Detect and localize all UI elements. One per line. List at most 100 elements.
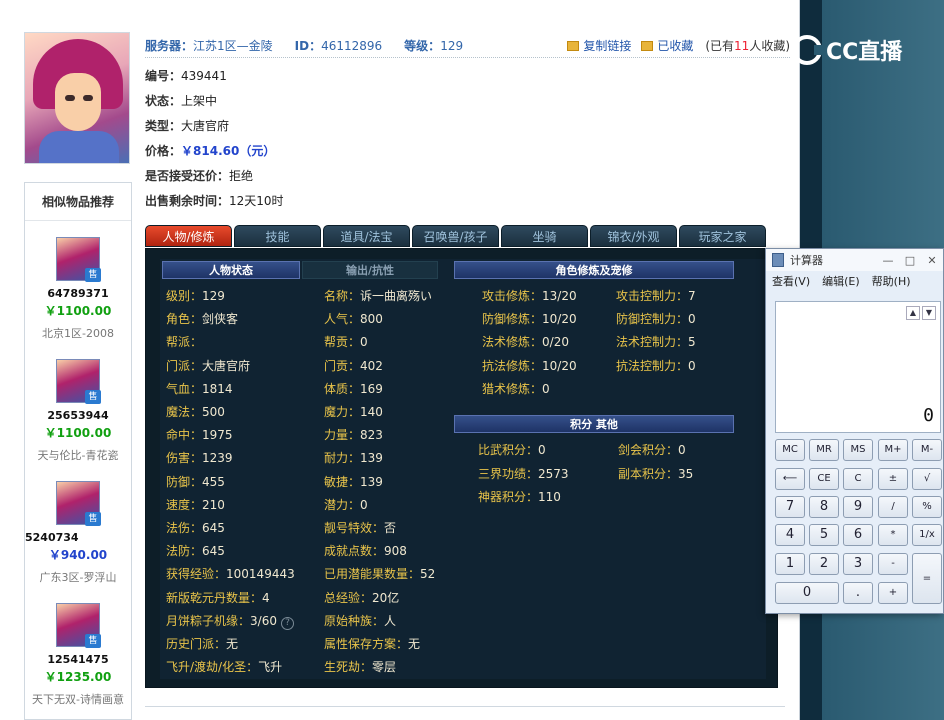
calc-key[interactable]: 3: [843, 553, 873, 575]
minimize-button[interactable]: —: [877, 254, 899, 267]
cultivation-left-label: 法术修炼：: [482, 335, 543, 350]
status-left-field: 魔法：500: [166, 403, 225, 420]
menu-view[interactable]: 查看(V): [772, 273, 810, 289]
points-right-field: 副本积分：35: [618, 465, 693, 482]
status-mid-value: 139: [360, 451, 383, 466]
favorite-button[interactable]: 已收藏: [641, 37, 693, 54]
calc-key[interactable]: ⟵: [775, 468, 805, 490]
calc-key[interactable]: M-: [912, 439, 942, 461]
status-left-value: 500: [202, 405, 225, 419]
calc-key[interactable]: 1/x: [912, 524, 942, 546]
calc-key[interactable]: 4: [775, 524, 805, 546]
status-left-field: 历史门派：无: [166, 635, 238, 652]
status-mid-value: 140: [360, 405, 383, 419]
status-mid-value: 20亿: [372, 590, 400, 605]
points-left-field: 三界功绩：2573: [478, 465, 569, 482]
status-mid-value: 人: [384, 613, 397, 628]
similar-thumbnail[interactable]: 售: [56, 237, 101, 282]
status-left-label: 防御：: [166, 474, 203, 489]
status-left-field: 获得经验：100149443: [166, 565, 295, 582]
calc-key[interactable]: /: [878, 496, 908, 518]
cultivation-left-field: 防御修炼：10/20: [482, 310, 577, 327]
calc-key[interactable]: MC: [775, 439, 805, 461]
similar-item[interactable]: 售 64789371 ￥1100.00 北京1区-2008: [25, 221, 131, 343]
maximize-button[interactable]: □: [899, 254, 921, 267]
similar-item[interactable]: 售 12541475 ￥1235.00 天下无双-诗情画意: [25, 587, 131, 709]
status-mid-value: 零层: [372, 660, 397, 675]
calculator-titlebar[interactable]: 计算器 — □ ✕: [766, 249, 943, 271]
points-right-label: 剑会积分：: [618, 443, 679, 457]
tab-mounts[interactable]: 坐骑: [501, 225, 588, 247]
status-left-value: 3/60: [250, 613, 277, 628]
tab-items[interactable]: 道具/法宝: [323, 225, 410, 247]
history-down-icon[interactable]: ▼: [922, 306, 936, 320]
copy-link-button[interactable]: 复制链接: [567, 37, 631, 54]
status-left-value: 210: [202, 497, 225, 512]
calc-key[interactable]: 6: [843, 524, 873, 546]
cultivation-right-label: 防御控制力：: [616, 312, 689, 327]
similar-thumbnail[interactable]: 售: [56, 359, 101, 404]
calc-key[interactable]: 9: [843, 496, 873, 518]
status-mid-field: 原始种族：人: [324, 612, 396, 629]
menu-help[interactable]: 帮助(H): [872, 273, 911, 289]
status-left-label: 月饼粽子机缘：: [166, 613, 251, 628]
status-left-value: 645: [202, 544, 225, 559]
calc-key[interactable]: *: [878, 524, 908, 546]
cultivation-left-value: 13/20: [542, 289, 577, 303]
similar-thumbnail[interactable]: 售: [56, 603, 101, 648]
status-left-value: 1975: [202, 428, 233, 443]
similar-thumbnail[interactable]: 售: [56, 481, 101, 526]
calc-key[interactable]: 2: [809, 553, 839, 575]
bargain-row: 是否接受还价：拒绝: [145, 169, 254, 183]
calc-key[interactable]: 5: [809, 524, 839, 546]
status-left-field: 防御：455: [166, 473, 225, 490]
calc-key[interactable]: -: [878, 553, 908, 575]
calc-key[interactable]: 0: [775, 582, 839, 604]
favorite-icon: [641, 40, 654, 51]
tab-appearance[interactable]: 锦衣/外观: [590, 225, 677, 247]
status-left-field: 帮派：: [166, 333, 202, 350]
tab-summons[interactable]: 召唤兽/孩子: [412, 225, 499, 247]
price-value: ￥814.60（元）: [181, 144, 276, 158]
calc-key[interactable]: 8: [809, 496, 839, 518]
calc-key[interactable]: M+: [878, 439, 908, 461]
tab-character[interactable]: 人物/修炼: [145, 225, 232, 247]
similar-item[interactable]: 售 25653944 ￥1100.00 天与伦比-青花瓷: [25, 343, 131, 465]
status-mid-value: 908: [384, 544, 407, 559]
close-button[interactable]: ✕: [921, 254, 943, 267]
calc-key[interactable]: MS: [843, 439, 873, 461]
cultivation-left-label: 防御修炼：: [482, 312, 543, 327]
calc-key[interactable]: C: [843, 468, 873, 490]
cultivation-right-field: 防御控制力：0: [616, 310, 696, 327]
calc-key[interactable]: .: [843, 582, 873, 604]
tab-home[interactable]: 玩家之家: [679, 225, 766, 247]
status-left-field: 级别：129: [166, 287, 225, 304]
calc-key[interactable]: 1: [775, 553, 805, 575]
status-mid-label: 力量：: [324, 428, 361, 443]
info-header: 服务器： 江苏1区—金陵 ID： 46112896 等级： 129 复制链接 已…: [145, 34, 790, 58]
calc-key[interactable]: √: [912, 468, 942, 490]
calc-key[interactable]: ±: [878, 468, 908, 490]
help-icon[interactable]: ?: [280, 616, 294, 630]
history-up-icon[interactable]: ▲: [906, 306, 920, 320]
calc-key[interactable]: MR: [809, 439, 839, 461]
detail-tabs: 人物/修炼 技能 道具/法宝 召唤兽/孩子 坐骑 锦衣/外观 玩家之家: [145, 225, 770, 247]
calc-key[interactable]: %: [912, 496, 942, 518]
resist-header[interactable]: 输出/抗性: [302, 261, 438, 279]
calc-key[interactable]: +: [878, 582, 908, 604]
cultivation-left-label: 猎术修炼：: [482, 381, 543, 396]
status-left-value: 飞升: [258, 660, 283, 675]
tab-skills[interactable]: 技能: [234, 225, 321, 247]
status-mid-value: 无: [408, 637, 421, 651]
calc-key[interactable]: CE: [809, 468, 839, 490]
type-row: 类型：大唐官府: [145, 119, 230, 133]
menu-edit[interactable]: 编辑(E): [822, 273, 860, 289]
similar-item[interactable]: 售 5240734 ￥940.00 广东3区-罗浮山: [25, 465, 131, 587]
status-left-label: 法防：: [166, 544, 203, 559]
calc-key[interactable]: =: [912, 553, 942, 604]
points-right-field: 剑会积分：0: [618, 441, 686, 458]
cultivation-right-field: 抗法控制力：0: [616, 357, 696, 374]
calc-key[interactable]: 7: [775, 496, 805, 518]
points-left-value: 110: [538, 490, 561, 504]
status-mid-label: 人气：: [324, 312, 361, 327]
